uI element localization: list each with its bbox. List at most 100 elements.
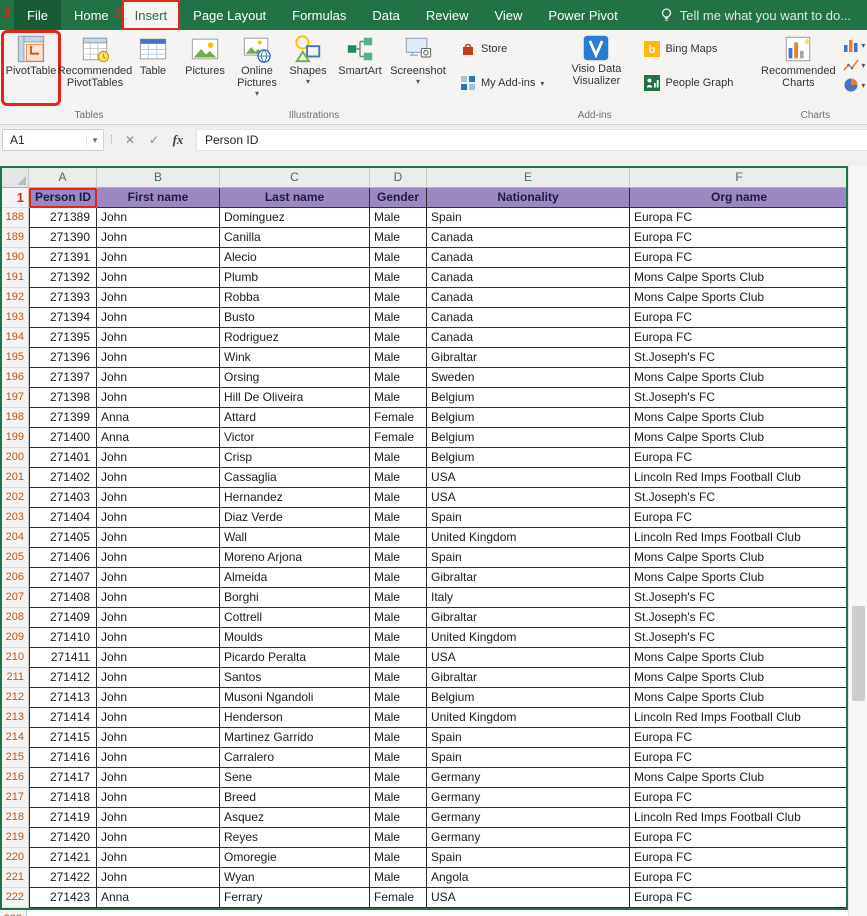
cell[interactable]: Europa FC (630, 728, 848, 748)
cell[interactable]: John (97, 248, 220, 268)
tell-me-box[interactable]: Tell me what you want to do... (659, 0, 851, 30)
cell[interactable]: 271398 (29, 388, 97, 408)
cell[interactable]: 271421 (29, 848, 97, 868)
cell[interactable]: 271392 (29, 268, 97, 288)
row-header-213[interactable]: 213 (2, 708, 29, 728)
cell[interactable]: Male (370, 768, 427, 788)
cell[interactable]: Musoni Ngandoli (220, 688, 370, 708)
row-header-212[interactable]: 212 (2, 688, 29, 708)
cell[interactable]: Europa FC (630, 868, 848, 888)
name-box[interactable]: A1 ▾ (2, 129, 104, 151)
line-chart-button[interactable]: ▾ (843, 57, 865, 73)
cell[interactable]: USA (427, 468, 630, 488)
cell[interactable]: Male (370, 748, 427, 768)
column-header-E[interactable]: E (427, 168, 630, 188)
tab-power-pivot[interactable]: Power Pivot (535, 0, 630, 30)
people-graph-button[interactable]: People Graph (644, 73, 733, 93)
cell[interactable]: John (97, 748, 220, 768)
row-header-190[interactable]: 190 (2, 248, 29, 268)
formula-bar-divider[interactable]: ⁞ (104, 134, 118, 146)
cell[interactable]: 271417 (29, 768, 97, 788)
column-header-C[interactable]: C (220, 168, 370, 188)
column-header-B[interactable]: B (97, 168, 220, 188)
row-header-204[interactable]: 204 (2, 528, 29, 548)
cell[interactable]: Hernandez (220, 488, 370, 508)
cell[interactable]: Male (370, 548, 427, 568)
cell[interactable]: John (97, 228, 220, 248)
cell[interactable]: Male (370, 588, 427, 608)
confirm-icon[interactable]: ✓ (142, 133, 166, 147)
cell[interactable]: Lincoln Red Imps Football Club (630, 468, 848, 488)
tab-insert[interactable]: Insert (122, 0, 181, 30)
cell[interactable]: Europa FC (630, 448, 848, 468)
cell[interactable]: 271415 (29, 728, 97, 748)
smartart-button[interactable]: SmartArt (332, 31, 388, 105)
row-header-219[interactable]: 219 (2, 828, 29, 848)
cell[interactable]: Victor (220, 428, 370, 448)
cell[interactable]: Rodriguez (220, 328, 370, 348)
cell[interactable]: John (97, 568, 220, 588)
pie-chart-button[interactable]: ▾ (843, 77, 865, 93)
cell[interactable]: 271419 (29, 808, 97, 828)
cell[interactable]: Martinez Garrido (220, 728, 370, 748)
cell[interactable]: Belgium (427, 688, 630, 708)
cell[interactable]: St.Joseph's FC (630, 348, 848, 368)
row-header-205[interactable]: 205 (2, 548, 29, 568)
scrollbar-thumb[interactable] (852, 606, 865, 701)
cell[interactable]: Mons Calpe Sports Club (630, 648, 848, 668)
cell[interactable]: Male (370, 788, 427, 808)
row-header-partial[interactable]: 223 (0, 910, 27, 916)
cell[interactable]: John (97, 688, 220, 708)
cell[interactable]: Male (370, 508, 427, 528)
cell[interactable]: Male (370, 688, 427, 708)
cell[interactable]: Italy (427, 588, 630, 608)
row-header-203[interactable]: 203 (2, 508, 29, 528)
row-header-215[interactable]: 215 (2, 748, 29, 768)
row-header-193[interactable]: 193 (2, 308, 29, 328)
cell[interactable]: Canada (427, 228, 630, 248)
cell[interactable]: Europa FC (630, 328, 848, 348)
cell[interactable]: 271401 (29, 448, 97, 468)
cell[interactable]: John (97, 468, 220, 488)
cell[interactable]: Busto (220, 308, 370, 328)
cell[interactable]: 271403 (29, 488, 97, 508)
header-cell-person-id[interactable]: Person ID (29, 188, 97, 208)
cell[interactable]: Belgium (427, 408, 630, 428)
cell[interactable]: John (97, 448, 220, 468)
cell[interactable]: Picardo Peralta (220, 648, 370, 668)
cell[interactable]: John (97, 388, 220, 408)
cell[interactable]: John (97, 288, 220, 308)
formula-input[interactable]: Person ID (196, 129, 867, 151)
cell[interactable]: Spain (427, 508, 630, 528)
cell[interactable]: Reyes (220, 828, 370, 848)
cell[interactable]: Male (370, 248, 427, 268)
row-header-217[interactable]: 217 (2, 788, 29, 808)
cell[interactable]: Europa FC (630, 788, 848, 808)
row-header-218[interactable]: 218 (2, 808, 29, 828)
header-cell-nationality[interactable]: Nationality (427, 188, 630, 208)
cell[interactable]: Male (370, 828, 427, 848)
cell[interactable]: Female (370, 888, 427, 908)
cell[interactable]: Europa FC (630, 848, 848, 868)
cell[interactable]: Spain (427, 848, 630, 868)
cell[interactable]: Lincoln Red Imps Football Club (630, 808, 848, 828)
cell[interactable]: John (97, 508, 220, 528)
row-header-194[interactable]: 194 (2, 328, 29, 348)
cell[interactable]: John (97, 548, 220, 568)
cell[interactable]: Male (370, 668, 427, 688)
header-cell-last-name[interactable]: Last name (220, 188, 370, 208)
cell[interactable]: St.Joseph's FC (630, 628, 848, 648)
cell[interactable]: Anna (97, 408, 220, 428)
row-header-195[interactable]: 195 (2, 348, 29, 368)
cell[interactable]: Mons Calpe Sports Club (630, 548, 848, 568)
cell[interactable]: 271423 (29, 888, 97, 908)
my-addins-button[interactable]: My Add-ins ▾ (460, 73, 544, 93)
cell[interactable]: Germany (427, 768, 630, 788)
pie-chart-dropdown-icon[interactable]: ▾ (861, 82, 865, 89)
cell[interactable]: Male (370, 228, 427, 248)
cell[interactable]: Anna (97, 888, 220, 908)
row-header-221[interactable]: 221 (2, 868, 29, 888)
cell[interactable]: 271408 (29, 588, 97, 608)
cell[interactable]: Alecio (220, 248, 370, 268)
cell[interactable]: Europa FC (630, 508, 848, 528)
